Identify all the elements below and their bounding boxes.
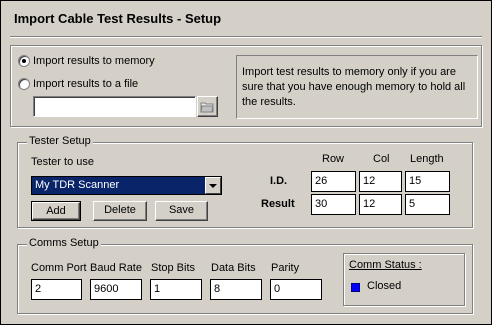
tester-to-use-label: Tester to use (31, 156, 94, 168)
column-header-length: Length (410, 153, 444, 165)
column-header-row: Row (322, 153, 345, 165)
data-bits-input[interactable]: 8 (210, 279, 262, 300)
save-button[interactable]: Save (155, 201, 208, 221)
dialog-title: Import Cable Test Results - Setup (14, 11, 222, 26)
file-path-input[interactable] (33, 96, 196, 117)
result-length-input[interactable]: 5 (405, 194, 450, 215)
comm-port-label: Comm Port (31, 262, 87, 274)
chevron-down-icon (209, 183, 217, 188)
id-row-input[interactable]: 26 (311, 171, 356, 192)
column-header-col: Col (373, 153, 390, 165)
tester-select[interactable]: My TDR Scanner (31, 176, 222, 195)
add-button[interactable]: Add (31, 201, 81, 221)
folder-icon (200, 102, 214, 113)
result-col-input[interactable]: 12 (359, 194, 402, 215)
import-info-text: Import test results to memory only if yo… (236, 55, 478, 119)
id-row-label: I.D. (270, 175, 288, 187)
browse-button[interactable] (197, 96, 218, 117)
tester-select-dropdown-button[interactable] (205, 177, 221, 194)
id-col-input[interactable]: 12 (359, 171, 402, 192)
id-length-input[interactable]: 15 (405, 171, 450, 192)
status-indicator-icon (351, 283, 360, 292)
result-row-label: Result (261, 198, 295, 210)
radio-import-memory[interactable]: Import results to memory (18, 55, 155, 67)
baud-rate-input[interactable]: 9600 (90, 279, 142, 300)
tester-select-value: My TDR Scanner (35, 179, 120, 191)
comm-status-label: Comm Status : (349, 259, 422, 271)
radio-memory-indicator[interactable] (18, 55, 30, 67)
radio-file-label: Import results to a file (33, 78, 139, 90)
stop-bits-label: Stop Bits (151, 262, 196, 274)
comms-setup-legend: Comms Setup (27, 237, 101, 249)
baud-rate-label: Baud Rate (90, 262, 142, 274)
radio-import-file[interactable]: Import results to a file (18, 78, 138, 90)
parity-input[interactable]: 0 (270, 279, 322, 300)
delete-button[interactable]: Delete (93, 201, 147, 221)
tester-setup-legend: Tester Setup (27, 135, 93, 147)
parity-label: Parity (271, 262, 300, 274)
comm-port-input[interactable]: 2 (31, 279, 82, 300)
result-row-input[interactable]: 30 (311, 194, 356, 215)
data-bits-label: Data Bits (211, 262, 256, 274)
radio-memory-label: Import results to memory (33, 55, 155, 67)
comm-status-value: Closed (367, 280, 402, 292)
stop-bits-input[interactable]: 1 (150, 279, 202, 300)
radio-file-indicator[interactable] (18, 78, 30, 90)
